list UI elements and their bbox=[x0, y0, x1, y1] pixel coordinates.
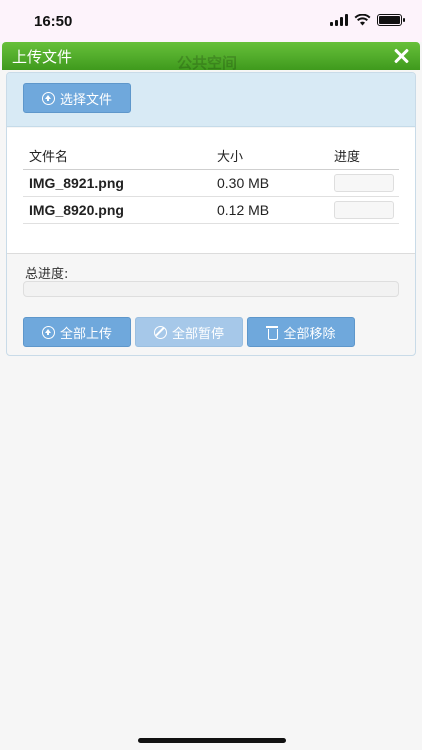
table-row: IMG_8920.png 0.12 MB bbox=[23, 196, 399, 224]
wifi-icon bbox=[354, 14, 371, 26]
dialog-title: 上传文件 bbox=[12, 48, 73, 66]
upload-panel: 选择文件 文件名 大小 进度 IMG_8921.png 0.30 MB IMG_… bbox=[6, 72, 416, 356]
file-progress-bar bbox=[334, 173, 394, 192]
remove-all-button[interactable]: 全部移除 bbox=[247, 317, 355, 347]
file-size: 0.30 MB bbox=[211, 169, 328, 197]
file-size: 0.12 MB bbox=[211, 196, 328, 224]
panel-toolbar: 选择文件 bbox=[7, 73, 415, 127]
select-files-button[interactable]: 选择文件 bbox=[23, 83, 131, 113]
file-progress-bar bbox=[334, 200, 394, 219]
pause-all-button[interactable]: 全部暂停 bbox=[135, 317, 243, 347]
upload-circle-icon bbox=[41, 325, 55, 339]
file-name: IMG_8920.png bbox=[23, 196, 211, 224]
file-table: 文件名 大小 进度 IMG_8921.png 0.30 MB IMG_8920.… bbox=[23, 142, 399, 224]
upload-circle-icon bbox=[41, 91, 55, 105]
close-icon[interactable] bbox=[390, 45, 412, 67]
pause-all-label: 全部暂停 bbox=[171, 326, 224, 342]
table-row: IMG_8921.png 0.30 MB bbox=[23, 169, 399, 197]
upload-all-label: 全部上传 bbox=[59, 326, 112, 342]
status-icons bbox=[330, 14, 405, 26]
upload-all-button[interactable]: 全部上传 bbox=[23, 317, 131, 347]
ban-icon bbox=[153, 325, 167, 339]
column-header-progress: 进度 bbox=[328, 142, 399, 170]
dialog-header: 公共空间 上传文件 bbox=[2, 42, 420, 72]
cellular-signal-icon bbox=[330, 14, 348, 26]
select-files-label: 选择文件 bbox=[59, 92, 112, 108]
status-time: 16:50 bbox=[34, 13, 73, 30]
background-page-title: 公共空间 bbox=[177, 54, 238, 72]
column-header-name: 文件名 bbox=[23, 142, 211, 170]
total-progress-bar bbox=[23, 281, 399, 297]
remove-all-label: 全部移除 bbox=[283, 326, 336, 342]
status-bar: 16:50 bbox=[0, 0, 422, 42]
total-progress-label: 总进度: bbox=[25, 267, 69, 282]
file-list-area: 文件名 大小 进度 IMG_8921.png 0.30 MB IMG_8920.… bbox=[7, 128, 415, 254]
home-indicator[interactable] bbox=[138, 738, 286, 743]
file-name: IMG_8921.png bbox=[23, 169, 211, 197]
battery-icon bbox=[377, 14, 405, 26]
column-header-size: 大小 bbox=[211, 142, 328, 170]
trash-icon bbox=[266, 325, 279, 340]
